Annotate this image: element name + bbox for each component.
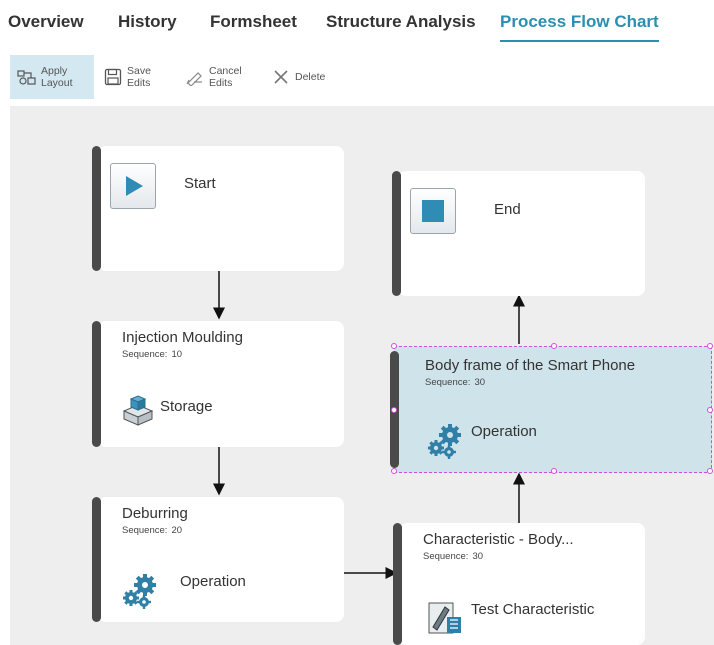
resize-handle[interactable] xyxy=(391,343,397,349)
node-sequence: Sequence: 30 xyxy=(425,377,486,388)
cancel-edits-label: Cancel Edits xyxy=(209,65,242,89)
start-node[interactable]: Start xyxy=(92,146,344,271)
node-type: Test Characteristic xyxy=(471,601,595,618)
process-node-characteristic-body[interactable]: Characteristic - Body... Sequence: 30 Tes… xyxy=(393,523,645,645)
start-label: Start xyxy=(184,175,216,192)
toolbar: Apply Layout Save Edits Cancel Edits Del… xyxy=(0,52,714,104)
node-bar xyxy=(92,321,101,447)
storage-icon xyxy=(120,393,156,432)
delete-label: Delete xyxy=(295,71,326,83)
save-icon xyxy=(102,66,124,88)
resize-handle[interactable] xyxy=(391,407,397,413)
tab-structure-analysis[interactable]: Structure Analysis xyxy=(326,12,476,32)
tab-bar: Overview History Formsheet Structure Ana… xyxy=(0,0,714,48)
resize-handle[interactable] xyxy=(707,468,713,474)
resize-handle[interactable] xyxy=(551,468,557,474)
node-sequence: Sequence: 30 xyxy=(423,551,484,562)
node-title: Body frame of the Smart Phone xyxy=(425,357,636,374)
active-tab-underline xyxy=(500,40,659,42)
node-title: Characteristic - Body... xyxy=(423,531,574,548)
cancel-edit-icon xyxy=(184,66,206,88)
node-bar xyxy=(92,497,101,622)
node-type: Operation xyxy=(471,423,537,440)
flow-chart-canvas[interactable]: Start End Injection Moulding Sequence: 10… xyxy=(10,106,714,645)
node-bar xyxy=(392,171,401,296)
delete-icon xyxy=(270,66,292,88)
node-type: Storage xyxy=(160,398,213,415)
tab-process-flow-chart-label: Process Flow Chart xyxy=(500,12,659,31)
save-edits-button[interactable]: Save Edits xyxy=(102,55,172,99)
play-icon xyxy=(110,163,156,209)
delete-button[interactable]: Delete xyxy=(270,55,340,99)
node-sequence: Sequence: 10 xyxy=(122,349,183,360)
process-node-body-frame[interactable]: Body frame of the Smart Phone Sequence: 3… xyxy=(390,343,713,474)
save-edits-label: Save Edits xyxy=(127,65,151,89)
resize-handle[interactable] xyxy=(707,343,713,349)
node-sequence: Sequence: 20 xyxy=(122,525,183,536)
end-label: End xyxy=(494,201,521,218)
node-title: Injection Moulding xyxy=(122,329,243,346)
process-node-injection-moulding[interactable]: Injection Moulding Sequence: 10 Storage xyxy=(92,321,344,447)
apply-layout-icon xyxy=(16,66,38,88)
gears-icon xyxy=(120,571,160,616)
process-node-deburring[interactable]: Deburring Sequence: 20 Operation xyxy=(92,497,344,622)
node-bar xyxy=(92,146,101,271)
tab-formsheet[interactable]: Formsheet xyxy=(210,12,297,32)
tab-history[interactable]: History xyxy=(118,12,177,32)
stop-icon xyxy=(410,188,456,234)
resize-handle[interactable] xyxy=(551,343,557,349)
node-bar xyxy=(393,523,402,645)
tab-process-flow-chart[interactable]: Process Flow Chart xyxy=(500,12,659,42)
end-node[interactable]: End xyxy=(392,171,645,296)
apply-layout-label: Apply Layout xyxy=(41,65,73,89)
node-type: Operation xyxy=(180,573,246,590)
apply-layout-button[interactable]: Apply Layout xyxy=(10,55,94,99)
resize-handle[interactable] xyxy=(391,468,397,474)
cancel-edits-button[interactable]: Cancel Edits xyxy=(184,55,256,99)
test-characteristic-icon xyxy=(427,597,463,640)
resize-handle[interactable] xyxy=(707,407,713,413)
gears-icon xyxy=(425,421,465,466)
node-title: Deburring xyxy=(122,505,188,522)
tab-overview[interactable]: Overview xyxy=(8,12,84,32)
